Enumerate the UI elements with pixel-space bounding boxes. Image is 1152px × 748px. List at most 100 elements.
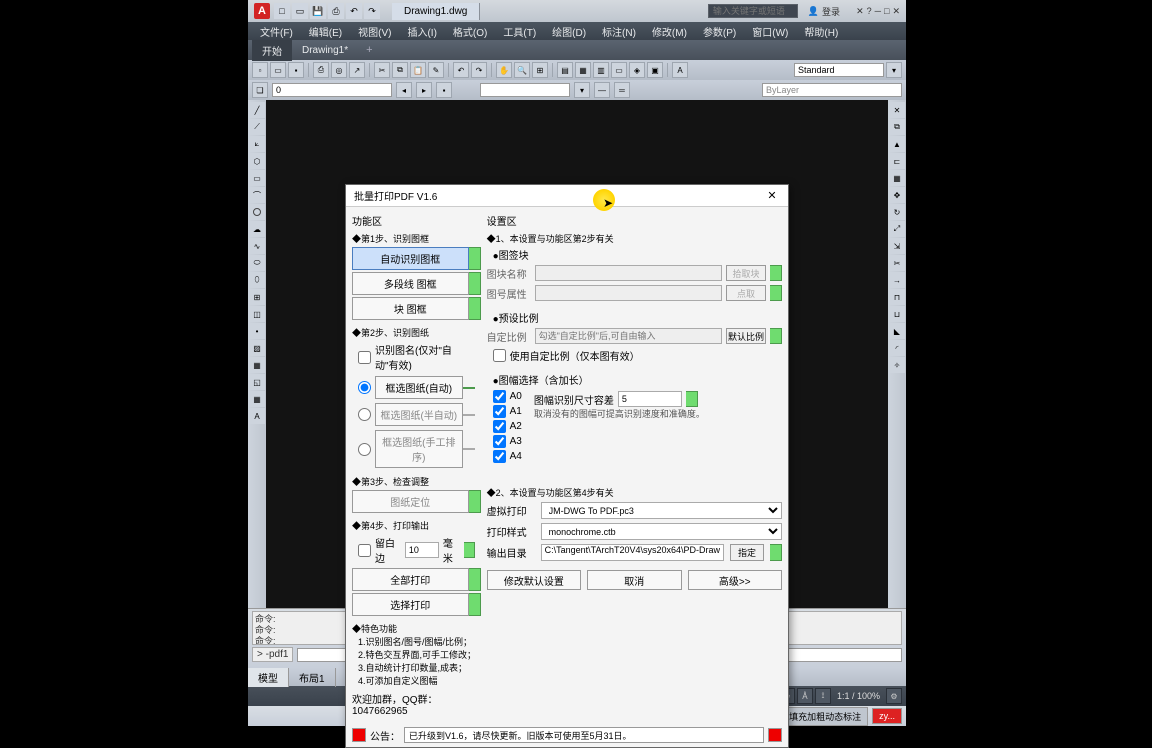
auto-frame-go[interactable] (469, 247, 481, 270)
print-button-icon[interactable]: ⎙ (313, 62, 329, 78)
locate-button[interactable]: 图纸定位 (352, 490, 469, 513)
offset-icon[interactable]: ⊏ (889, 153, 905, 169)
hatch-icon[interactable]: ▨ (249, 340, 265, 356)
menu-window[interactable]: 窗口(W) (744, 22, 796, 40)
sheet-icon[interactable]: ▭ (611, 62, 627, 78)
ann-icon[interactable]: Å (797, 688, 813, 704)
click-block-go[interactable] (770, 285, 782, 301)
copy-icon[interactable]: ⧉ (392, 62, 408, 78)
gear-icon[interactable]: ⚙ (886, 688, 902, 704)
match-icon[interactable]: ✎ (428, 62, 444, 78)
save-icon[interactable]: 💾 (310, 3, 326, 19)
maximize-icon[interactable]: □ (884, 6, 889, 16)
select-semi-button[interactable]: 框选图纸(半自动) (375, 403, 463, 426)
taskbar-zy[interactable]: zy... (872, 708, 902, 724)
margin-input[interactable] (405, 542, 439, 558)
layer-select[interactable] (272, 83, 392, 97)
save-file-icon[interactable]: ▪ (288, 62, 304, 78)
cut-icon[interactable]: ✂ (374, 62, 390, 78)
output-path[interactable]: C:\Tangent\TArchT20V4\sys20x64\PD-Draw (541, 544, 724, 561)
pstyle-select[interactable]: monochrome.ctb (541, 523, 782, 540)
layer-next-icon[interactable]: ▸ (416, 82, 432, 98)
menu-insert[interactable]: 插入(I) (399, 22, 444, 40)
menu-tools[interactable]: 工具(T) (495, 22, 544, 40)
login-link[interactable]: 登录 (822, 5, 840, 18)
modify-defaults-button[interactable]: 修改默认设置 (487, 570, 581, 590)
markup-icon[interactable]: ◈ (629, 62, 645, 78)
text-a-icon[interactable]: A (672, 62, 688, 78)
radio-auto[interactable] (358, 381, 371, 394)
print-sel-go[interactable] (469, 593, 481, 616)
layout1-tab[interactable]: 布局1 (289, 668, 336, 687)
stretch-icon[interactable]: ⇲ (889, 238, 905, 254)
print-all-go[interactable] (469, 568, 481, 591)
chamfer-icon[interactable]: ◣ (889, 323, 905, 339)
paper-a4[interactable] (493, 450, 506, 463)
select-manual-button[interactable]: 框选图纸(手工排序) (375, 430, 463, 468)
ellipse-icon[interactable]: ⬭ (249, 255, 265, 271)
paper-a0[interactable] (493, 390, 506, 403)
menu-help[interactable]: 帮助(H) (796, 22, 846, 40)
select-auto-go[interactable] (463, 387, 475, 389)
fillet-icon[interactable]: ◜ (889, 340, 905, 356)
layer-prev-icon[interactable]: ◂ (396, 82, 412, 98)
advanced-button[interactable]: 高级>> (688, 570, 782, 590)
radio-manual[interactable] (358, 443, 371, 456)
circle-icon[interactable] (249, 204, 265, 220)
login-icon[interactable]: 👤 (808, 6, 819, 17)
point-icon[interactable]: • (249, 323, 265, 339)
specify-button[interactable]: 指定 (730, 544, 764, 561)
radio-semi[interactable] (358, 408, 371, 421)
use-custom-scale-checkbox[interactable] (493, 349, 506, 362)
quick-calc-icon[interactable]: ▣ (647, 62, 663, 78)
default-scale-go[interactable] (770, 328, 782, 344)
dialog-close-icon[interactable]: ✕ (764, 188, 780, 204)
gradient-icon[interactable]: ▦ (249, 357, 265, 373)
dialog-titlebar[interactable]: 批量打印PDF V1.6 ✕ (346, 185, 788, 207)
xline-icon[interactable]: ⟋ (249, 119, 265, 135)
exchange-icon[interactable]: ✕ (856, 6, 864, 17)
ltype-icon[interactable]: — (594, 82, 610, 98)
minimize-icon[interactable]: ─ (875, 6, 881, 16)
pan-icon[interactable]: ✋ (496, 62, 512, 78)
locate-go[interactable] (469, 490, 481, 513)
menu-view[interactable]: 视图(V) (350, 22, 399, 40)
menu-draw[interactable]: 绘图(D) (544, 22, 594, 40)
pline-frame-button[interactable]: 多段线 图框 (352, 272, 469, 295)
make-block-icon[interactable]: ◫ (249, 306, 265, 322)
color-menu-icon[interactable]: ▾ (574, 82, 590, 98)
margin-go[interactable] (464, 542, 474, 558)
pline-frame-go[interactable] (469, 272, 481, 295)
plot-preview-icon[interactable]: ◎ (331, 62, 347, 78)
model-tab[interactable]: 模型 (248, 668, 289, 687)
pline-icon[interactable]: ⟀ (249, 136, 265, 152)
cancel-button[interactable]: 取消 (587, 570, 681, 590)
paper-a3[interactable] (493, 435, 506, 448)
ribbon-start[interactable]: 开始 (252, 40, 292, 61)
pick-block-button[interactable]: 拾取块 (726, 265, 766, 281)
menu-edit[interactable]: 编辑(E) (301, 22, 350, 40)
pick-block-go[interactable] (770, 265, 782, 281)
menu-format[interactable]: 格式(O) (445, 22, 495, 40)
layer-iso-icon[interactable]: ▪ (436, 82, 452, 98)
block-name-input[interactable] (535, 265, 722, 281)
block-frame-go[interactable] (469, 297, 481, 320)
zoom-icon[interactable]: 🔍 (514, 62, 530, 78)
join-icon[interactable]: ⊔ (889, 306, 905, 322)
click-block-button[interactable]: 点取 (726, 285, 766, 301)
default-scale-button[interactable]: 默认比例 (726, 328, 766, 344)
zoom-ext-icon[interactable]: ⊞ (532, 62, 548, 78)
mtext-icon[interactable]: A (249, 408, 265, 424)
arc-icon[interactable]: ⌒ (249, 187, 265, 203)
open-file-icon[interactable]: ▭ (270, 62, 286, 78)
paper-a2[interactable] (493, 420, 506, 433)
tool-pal-icon[interactable]: ▥ (593, 62, 609, 78)
redo-icon[interactable]: ↷ (364, 3, 380, 19)
rotate-icon[interactable]: ↻ (889, 204, 905, 220)
paper-a1[interactable] (493, 405, 506, 418)
menu-param[interactable]: 参数(P) (695, 22, 744, 40)
array-icon[interactable]: ▦ (889, 170, 905, 186)
close-icon[interactable]: ✕ (892, 6, 900, 17)
select-auto-button[interactable]: 框选图纸(自动) (375, 376, 463, 399)
print-sel-button[interactable]: 选择打印 (352, 593, 469, 616)
